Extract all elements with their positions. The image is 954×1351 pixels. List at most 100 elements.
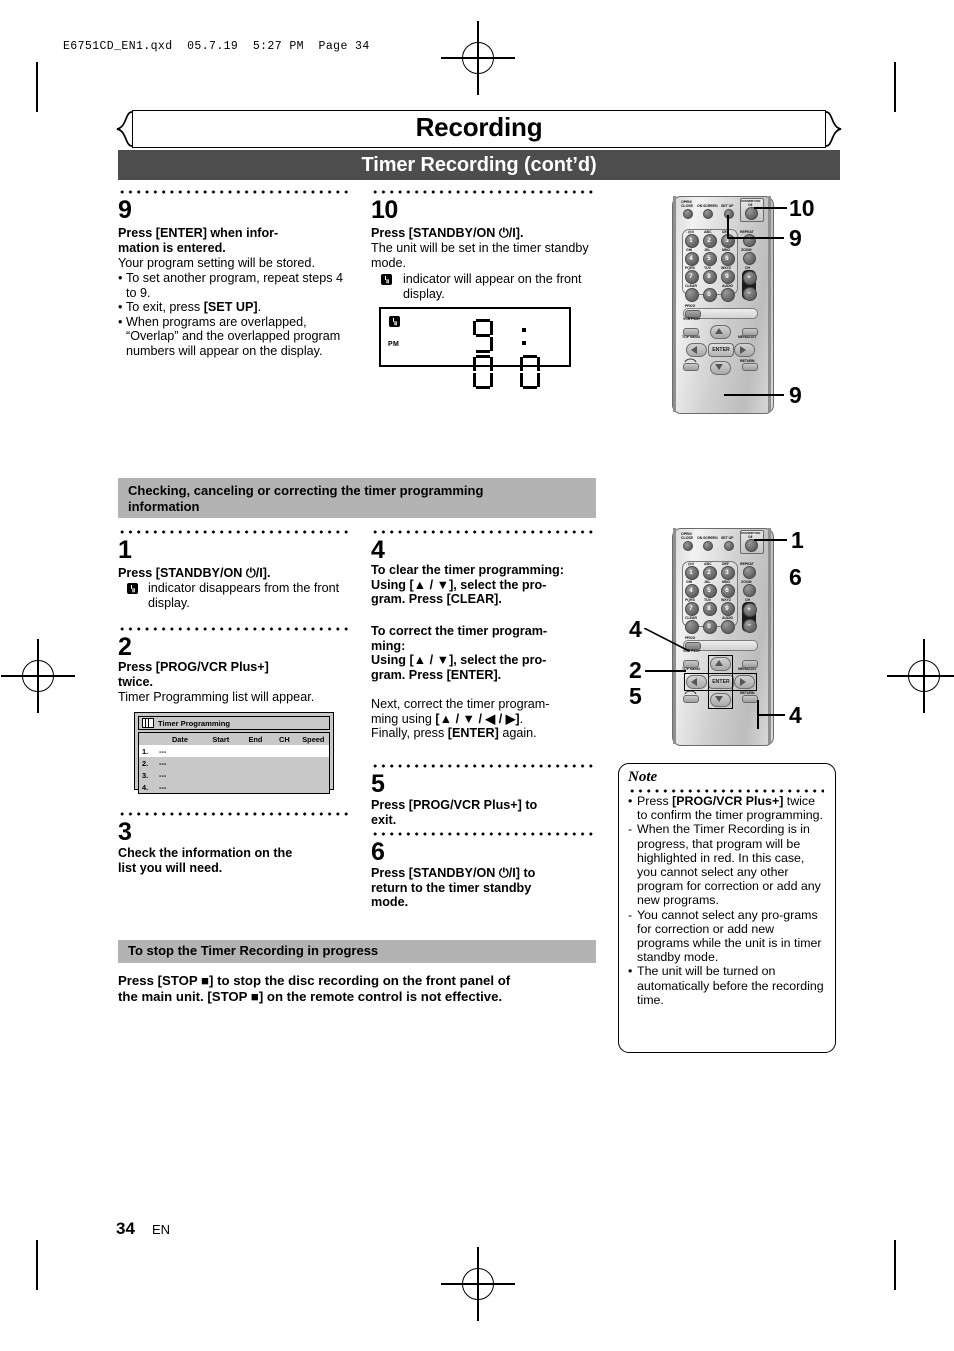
note-item-1: • Press [PROG/VCR Plus+] twice to confir… [628, 794, 823, 823]
back-button-bottom[interactable] [683, 695, 699, 703]
step-3-number: 3 [118, 818, 132, 846]
crop-mark-tr-v [894, 62, 896, 112]
set-up-button-top[interactable] [724, 209, 734, 219]
note-marker-3: - [628, 907, 633, 922]
leader-9b [724, 394, 784, 396]
divider-step6 [371, 832, 593, 836]
crop-mark-tl-v [36, 62, 38, 112]
callout-10-top: 10 [789, 195, 815, 221]
step-9-bullet-1: To set another program, repeat steps 4 t… [118, 271, 354, 300]
step-10-body: The unit will be set in the timer standb… [371, 241, 589, 270]
row-date: --- [159, 782, 167, 792]
top-menu-button-bottom[interactable] [683, 660, 699, 668]
audio-button-top[interactable] [721, 288, 735, 302]
divider-step4 [371, 530, 593, 534]
key-4-number-top: 4 [689, 255, 693, 262]
repeat-button-top[interactable] [743, 234, 756, 247]
open-close-button-top[interactable] [683, 209, 693, 219]
ch-plus-label-top: + [747, 274, 751, 281]
timer-programming-list: Timer Programming Date Start End CH Spee… [134, 712, 334, 794]
timer-programming-body: Date Start End CH Speed 1. --- 2. --- 3.… [138, 732, 330, 794]
timer-programming-header-row: Date Start End CH Speed [139, 733, 329, 745]
leader-9a-h [727, 237, 784, 239]
note-items: • Press [PROG/VCR Plus+] twice to confir… [628, 794, 826, 1007]
table-row[interactable]: 1. --- [139, 745, 329, 757]
col-start: Start [212, 734, 230, 744]
standby-on-button-top[interactable] [745, 207, 758, 220]
return-button-bottom[interactable] [742, 695, 758, 703]
clock-indicator-icon [381, 274, 392, 285]
timer-programming-title: Timer Programming [158, 718, 231, 728]
set-up-label-bottom: SET UP [721, 536, 734, 540]
key-4-number-bottom: 4 [689, 587, 693, 594]
table-row[interactable]: 4. --- [139, 781, 329, 793]
front-display-panel: PM [379, 307, 571, 389]
key-7-number-bottom: 7 [689, 605, 693, 612]
crop-mark-br-v [894, 1240, 896, 1290]
open-close-button-bottom[interactable] [683, 541, 693, 551]
remote-edge-right-top [768, 196, 771, 412]
audio-button-bottom[interactable] [721, 620, 735, 634]
key-9-number-top: 9 [725, 273, 729, 280]
return-button-top[interactable] [742, 363, 758, 371]
row-date: --- [159, 758, 167, 768]
section-title: Timer Recording (cont’d) [361, 154, 597, 176]
page-language: EN [152, 1222, 171, 1237]
key-7-number-top: 7 [689, 273, 693, 280]
page-number: 34 [116, 1219, 135, 1238]
callout-1-bottom: 1 [791, 527, 804, 553]
repeat-button-bottom[interactable] [743, 566, 756, 579]
clear-button-top[interactable] [685, 288, 699, 302]
front-display-time [473, 319, 569, 391]
key-5-number-top: 5 [707, 255, 711, 262]
chapter-banner: Recording [116, 110, 842, 148]
step-4-clear-heading: To clear the timer programming: Using [▲… [371, 563, 564, 607]
note-box: Note • Press [PROG/VCR Plus+] twice to c… [618, 763, 836, 1053]
top-menu-button-top[interactable] [683, 328, 699, 336]
leader-10-top [754, 207, 787, 209]
ch-plus-label-bottom: + [747, 606, 751, 613]
set-up-button-bottom[interactable] [724, 541, 734, 551]
seven-seg-digit-9 [473, 319, 493, 353]
zoom-button-bottom[interactable] [743, 584, 756, 597]
step-1-clock-icon [127, 583, 138, 594]
callout-5-bottom: 5 [629, 683, 642, 709]
registration-mark-bottom [441, 1247, 515, 1321]
zoom-button-top[interactable] [743, 252, 756, 265]
ch-minus-label-bottom: − [747, 622, 751, 629]
on-screen-button-bottom[interactable] [703, 541, 713, 551]
standby-on-button-bottom[interactable] [745, 539, 758, 552]
highlight-leftright-bottom [684, 673, 757, 691]
row-date: --- [159, 770, 167, 780]
arrow-right-icon-top [740, 346, 746, 354]
file-stamp: E6751CD_EN1.qxd 05.7.19 5:27 PM Page 34 [63, 40, 370, 53]
note-marker-4: • [628, 964, 633, 979]
step-9-bullet-2: To exit, press [SET UP]. [118, 300, 354, 315]
on-screen-button-top[interactable] [703, 209, 713, 219]
back-button-top[interactable] [683, 363, 699, 371]
back-curve-icon-top [684, 358, 697, 363]
row-index: 2. [142, 758, 149, 768]
registration-mark-right [887, 639, 954, 713]
menu-list-button-top[interactable] [742, 328, 758, 336]
step-9-body: Your program setting will be stored. [118, 256, 315, 270]
divider-step9 [118, 190, 350, 194]
callout-9b-top: 9 [789, 382, 802, 408]
note-item-2: - When the Timer Recording is in progres… [628, 822, 821, 908]
enter-button-top[interactable]: ENTER [708, 343, 734, 357]
key-0-number-top: 0 [707, 291, 711, 298]
table-row[interactable]: 3. --- [139, 769, 329, 781]
note-title: Note [628, 769, 658, 785]
menu-list-button-bottom[interactable] [742, 660, 758, 668]
chapter-title: Recording [415, 112, 543, 142]
key-1-number-top: 1 [689, 237, 693, 244]
step-9-bullets: To set another program, repeat steps 4 t… [118, 271, 354, 359]
set-up-label-top: SET UP [721, 204, 734, 208]
divider-step10 [371, 190, 593, 194]
key-6-number-bottom: 6 [725, 587, 729, 594]
step-5-heading: Press [PROG/VCR Plus+] to exit. [371, 798, 538, 827]
step-10-number: 10 [371, 196, 398, 224]
table-row[interactable]: 2. --- [139, 757, 329, 769]
step-6-number: 6 [371, 838, 385, 866]
callout-9a-top: 9 [789, 225, 802, 251]
